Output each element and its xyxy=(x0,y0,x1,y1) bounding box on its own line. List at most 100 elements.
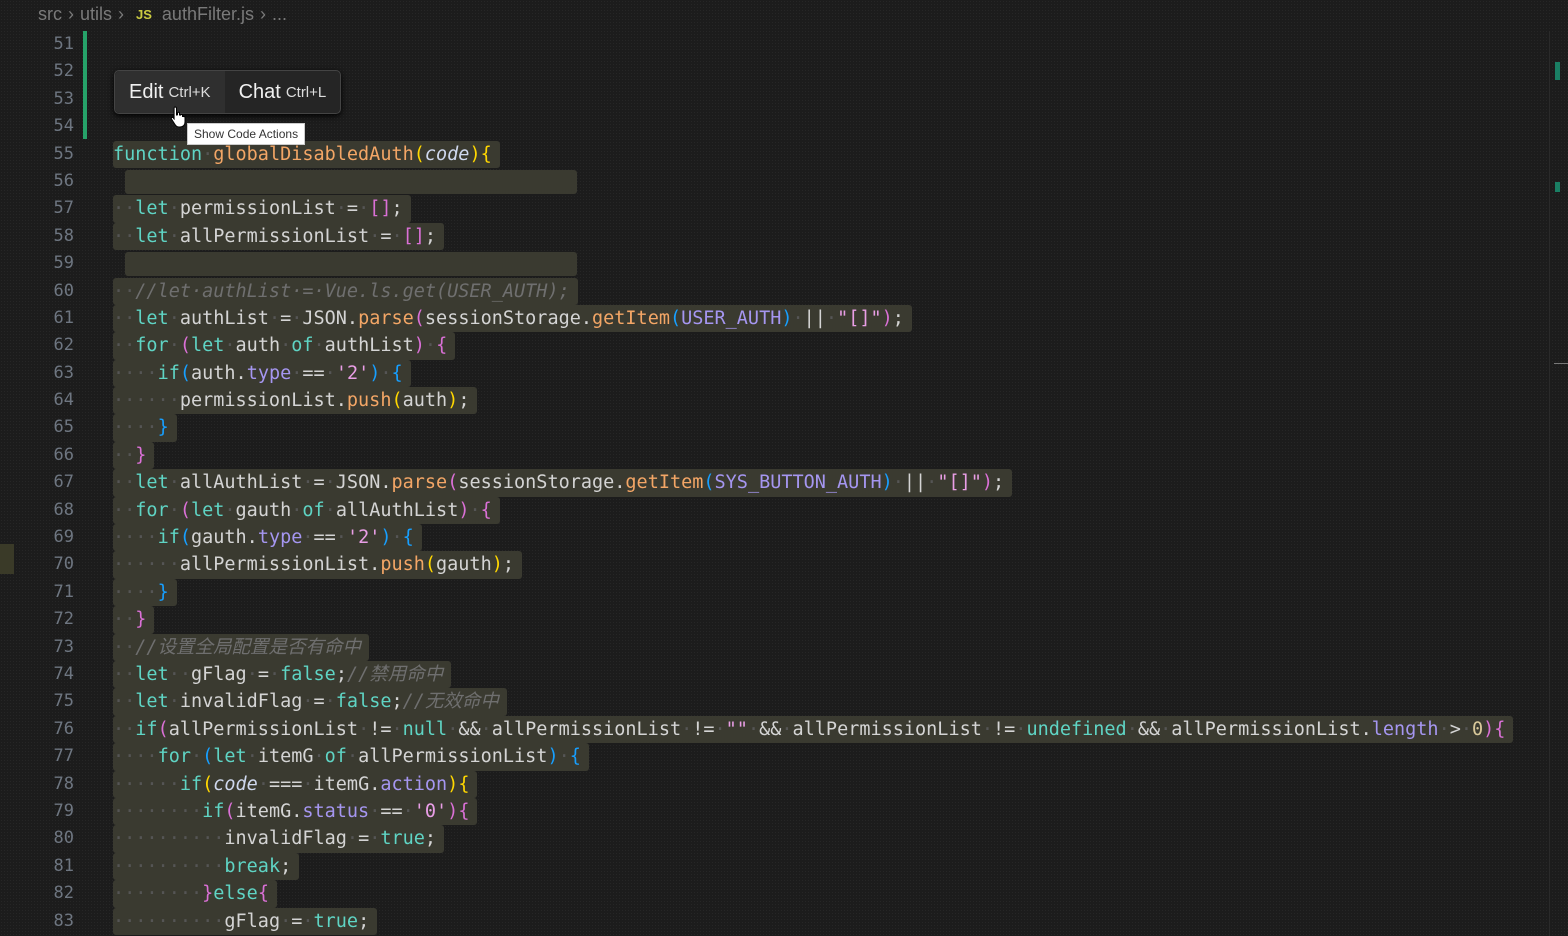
code-token: false xyxy=(335,691,392,713)
whitespace-marker: ········ xyxy=(113,800,203,822)
code-token: push xyxy=(346,390,392,412)
code-line[interactable]: function·globalDisabledAuth(code){ xyxy=(113,140,1513,168)
code-line[interactable]: ····if(auth.type·==·'2')·{ xyxy=(113,359,1513,388)
breadcrumb-more[interactable]: ... xyxy=(272,4,287,25)
whitespace-marker: · xyxy=(246,663,258,685)
whitespace-marker: · xyxy=(280,335,292,357)
line-number: 56 xyxy=(53,170,74,191)
code-token: parse xyxy=(391,472,448,494)
code-line[interactable]: ··} xyxy=(113,441,1513,470)
whitespace-marker: · xyxy=(1438,718,1450,740)
code-line[interactable]: ··let·permissionList·=·[]; xyxy=(113,195,1513,223)
code-token: ; xyxy=(280,855,292,877)
code-line[interactable]: ····if(gauth.type·==·'2')·{ xyxy=(113,524,1513,552)
code-token: if xyxy=(202,800,225,822)
code-line[interactable]: ······allPermissionList.push(gauth); xyxy=(113,551,1513,579)
code-line[interactable]: ······permissionList.push(auth); xyxy=(113,387,1513,415)
code-token: [] xyxy=(369,198,392,220)
code-token: allAuthList xyxy=(335,499,459,521)
code-line[interactable]: ··for·(let·gauth·of·allAuthList)·{ xyxy=(113,496,1513,525)
line-number: 62 xyxy=(53,335,74,356)
code-token: permissionList xyxy=(179,198,336,220)
code-line[interactable]: ··} xyxy=(113,606,1513,634)
code-line[interactable]: ··let·allAuthList·=·JSON.parse(sessionSt… xyxy=(113,469,1513,497)
code-token: ( xyxy=(202,746,214,768)
whitespace-marker: · xyxy=(168,335,180,357)
code-line[interactable]: ····} xyxy=(113,578,1513,607)
line-number: 60 xyxy=(53,280,74,301)
selection-highlight xyxy=(125,169,577,194)
code-token: auth. xyxy=(190,362,247,384)
code-line[interactable]: ········if(itemG.status·==·'0'){ xyxy=(113,797,1513,826)
code-line[interactable]: ····for·(let·itemG·of·allPermissionList)… xyxy=(113,743,1513,771)
code-token: false xyxy=(280,663,336,685)
line-number: 55 xyxy=(53,143,74,164)
code-line[interactable] xyxy=(113,250,1513,277)
whitespace-marker: ·········· xyxy=(113,855,225,877)
code-editor[interactable]: function·globalDisabledAuth(code){··let·… xyxy=(113,31,1514,935)
js-file-icon: JS xyxy=(136,7,152,22)
line-number: 79 xyxy=(53,800,74,821)
chevron-right-icon: › xyxy=(68,4,74,24)
code-token: ) xyxy=(491,554,503,576)
whitespace-marker: ·········· xyxy=(113,828,225,850)
chat-label: Chat xyxy=(238,80,281,103)
line-number: 64 xyxy=(53,390,74,411)
code-line[interactable]: ········}else{ xyxy=(113,880,1513,908)
code-token: === xyxy=(268,773,303,795)
selection-highlight: ··let·invalidFlag·=·false;//无效命中 xyxy=(113,688,507,716)
code-line[interactable]: ··········break; xyxy=(113,852,1513,881)
code-token: itemG xyxy=(257,746,314,768)
code-token: let xyxy=(135,225,169,247)
breadcrumb-src[interactable]: src xyxy=(38,4,62,25)
code-line[interactable] xyxy=(113,31,1513,58)
code-line[interactable]: ··········gFlag·=·true; xyxy=(113,907,1513,935)
code-line[interactable]: ··let··gFlag·=·false;//禁用命中 xyxy=(113,660,1513,689)
selection-highlight: ········}else{ xyxy=(113,880,277,908)
code-token: ) xyxy=(781,307,793,329)
code-line[interactable]: ··········invalidFlag·=·true; xyxy=(113,825,1513,853)
breadcrumb-utils[interactable]: utils xyxy=(80,4,112,25)
line-number: 57 xyxy=(53,198,74,219)
code-line[interactable]: ··if(allPermissionList·!=·null·&&·allPer… xyxy=(113,715,1514,744)
code-line[interactable]: ··let·invalidFlag·=·false;//无效命中 xyxy=(113,688,1513,716)
code-token: auth xyxy=(402,390,448,412)
whitespace-marker: ·· xyxy=(113,444,136,466)
code-token: = xyxy=(291,910,303,932)
code-token: ; xyxy=(358,910,370,932)
code-token: = xyxy=(380,225,392,247)
whitespace-marker: · xyxy=(681,718,693,740)
breadcrumb-file[interactable]: authFilter.js xyxy=(162,4,254,25)
code-token: ) xyxy=(447,800,459,822)
chat-button[interactable]: Chat Ctrl+L xyxy=(225,71,341,113)
whitespace-marker: · xyxy=(358,718,370,740)
code-token: authList xyxy=(179,307,269,329)
code-token: { xyxy=(458,800,470,822)
vertical-scrollbar[interactable] xyxy=(1549,31,1568,936)
code-line[interactable]: ··//设置全局配置是否有命中 xyxy=(113,633,1513,661)
code-line[interactable]: ····} xyxy=(113,414,1513,442)
code-token: ; xyxy=(391,198,403,220)
code-token: && xyxy=(1137,718,1161,740)
code-line[interactable]: ··//let·authList·=·Vue.ls.get(USER_AUTH)… xyxy=(113,277,1513,305)
code-token: ) xyxy=(881,472,893,494)
code-line[interactable]: ······if(code·===·itemG.action){ xyxy=(113,770,1513,798)
code-token: gauth. xyxy=(190,527,258,549)
whitespace-marker: ········ xyxy=(113,883,203,905)
code-line[interactable]: ··let·allPermissionList·=·[]; xyxy=(113,222,1513,251)
code-token: length xyxy=(1371,718,1439,740)
code-token: ) xyxy=(881,307,893,329)
whitespace-marker: ·· xyxy=(113,636,136,658)
code-line[interactable] xyxy=(113,168,1513,195)
whitespace-marker: · xyxy=(981,718,994,740)
code-line[interactable]: ··for·(let·auth·of·authList)·{ xyxy=(113,332,1513,360)
selection-highlight: ······permissionList.push(auth); xyxy=(113,387,478,415)
code-line[interactable] xyxy=(113,113,1513,140)
whitespace-marker: · xyxy=(369,828,381,850)
whitespace-marker: · xyxy=(714,718,726,740)
code-token: > xyxy=(1449,718,1461,740)
whitespace-marker: ·· xyxy=(113,718,136,740)
overview-ruler-change-marker xyxy=(1555,62,1560,80)
code-line[interactable]: ··let·authList·=·JSON.parse(sessionStora… xyxy=(113,304,1513,333)
code-token: ( xyxy=(224,800,236,822)
